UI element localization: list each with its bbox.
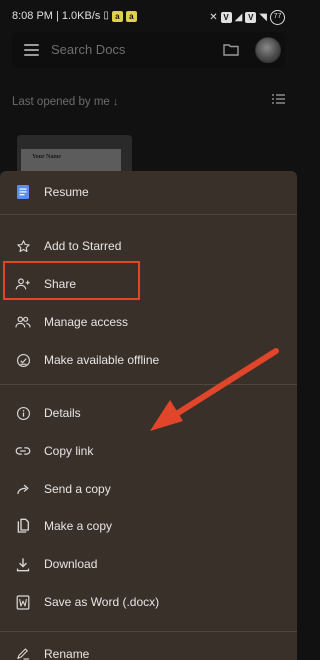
red-arrow-annotation bbox=[150, 348, 279, 431]
